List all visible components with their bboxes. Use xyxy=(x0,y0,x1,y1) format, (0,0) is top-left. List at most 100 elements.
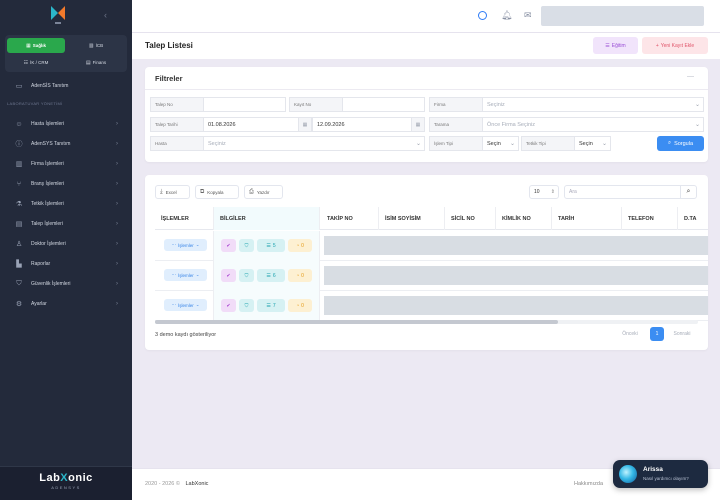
chevron-right-icon: › xyxy=(116,161,118,167)
islem-tipi-label: İşlem Tipi xyxy=(429,136,482,151)
col-sicil-no[interactable]: SİCİL NO xyxy=(445,207,496,230)
topbar: 🔔︎ ✉︎ xyxy=(132,0,720,33)
dots-icon: ⋯ xyxy=(171,242,176,247)
table-search-input[interactable]: Ara ⌕ xyxy=(564,185,697,199)
pagination-prev[interactable]: Önceki xyxy=(615,327,645,341)
minimize-icon[interactable]: — xyxy=(687,73,694,80)
excel-button[interactable]: ⤓ Excel xyxy=(155,185,190,199)
labxonic-logo-icon[interactable] xyxy=(48,4,68,26)
kayit-no-input[interactable] xyxy=(342,97,425,112)
col-kimlik-no[interactable]: KİMLİK NO xyxy=(496,207,552,230)
tests-badge[interactable]: ☰ 6 xyxy=(257,269,285,282)
tarama-label: Tarama xyxy=(429,117,482,132)
scrollbar-thumb[interactable] xyxy=(155,320,558,324)
shield-check-icon[interactable]: ⛉ xyxy=(239,239,254,252)
firma-label: Firma xyxy=(429,97,482,112)
sidebar-item-guvenlik[interactable]: ⛉ Güvenlik İşlemleri › xyxy=(0,274,132,294)
sidebar-item-tetkik[interactable]: ⚗ Tetkik İşlemleri › xyxy=(0,194,132,214)
user-menu[interactable] xyxy=(541,6,704,26)
col-telefon[interactable]: TELEFON xyxy=(622,207,678,230)
chevron-right-icon: › xyxy=(116,141,118,147)
page-size-select[interactable]: 10 ⇕ xyxy=(529,185,559,199)
shield-check-icon[interactable]: ⛉ xyxy=(239,269,254,282)
module-finans[interactable]: ▤ Finans xyxy=(67,55,125,70)
inbox-icon[interactable]: ✉︎ xyxy=(524,10,532,21)
module-saglik[interactable]: ▦ Sağlık xyxy=(7,38,65,53)
yazdir-button[interactable]: ⎙ Yazdır xyxy=(244,185,283,199)
sidebar-item-talep[interactable]: ▤ Talep İşlemleri › xyxy=(0,214,132,234)
add-record-button[interactable]: + Yeni Kayıt Ekle xyxy=(642,37,708,54)
module-ik-crm[interactable]: ☷ İK / CRM xyxy=(7,55,65,70)
date-from-input[interactable]: 01.08.2026 ▦ xyxy=(203,117,312,132)
footer-about-link[interactable]: Hakkımızda xyxy=(574,481,603,487)
firma-select[interactable]: Seçiniz ⌄ xyxy=(482,97,704,112)
assistant-avatar-icon xyxy=(619,465,637,483)
check-icon[interactable]: ✔ xyxy=(221,299,236,312)
shield-check-icon[interactable]: ⛉ xyxy=(239,299,254,312)
pagination-page-1[interactable]: 1 xyxy=(650,327,664,341)
tests-badge[interactable]: ☰ 5 xyxy=(257,239,285,252)
copyright: 2020 - 2026 © LabXonic xyxy=(145,481,209,487)
calendar-icon[interactable]: ▦ xyxy=(298,118,311,131)
clock-icon: ◔ xyxy=(296,302,300,309)
col-tarih[interactable]: TARİH xyxy=(552,207,622,230)
sidebar-item-brans[interactable]: ⑂ Branş İşlemleri › xyxy=(0,174,132,194)
sidebar-item-adensys[interactable]: ⓘ AdenSYS Tanıtım › xyxy=(0,134,132,154)
search-icon[interactable]: ⌕ xyxy=(680,186,696,198)
sidebar-collapse-button[interactable]: ‹ xyxy=(104,10,107,20)
status-ring-icon[interactable] xyxy=(478,11,487,20)
col-bilgiler[interactable]: BİLGİLER xyxy=(214,207,320,230)
row-actions-button[interactable]: ⋯ İşlemler ⌄ xyxy=(164,269,207,281)
row-actions-button[interactable]: ⋯ İşlemler ⌄ xyxy=(164,239,207,251)
col-d-ta[interactable]: D.TA xyxy=(678,207,708,230)
assistant-message: Nasıl yardımcı olayım? xyxy=(643,476,689,481)
islem-tipi-select[interactable]: Seçin ⌄ xyxy=(482,136,519,151)
dots-icon: ⋯ xyxy=(171,302,176,307)
horizontal-scrollbar[interactable] xyxy=(155,320,698,324)
tarama-select[interactable]: Önce Firma Seçiniz ⌄ xyxy=(482,117,704,132)
check-icon[interactable]: ✔ xyxy=(221,269,236,282)
alert-badge[interactable]: ◔ 0 xyxy=(288,269,312,282)
sidebar-item-doktor[interactable]: ♙ Doktor İşlemleri › xyxy=(0,234,132,254)
hasta-label: Hasta xyxy=(150,136,203,151)
alert-badge[interactable]: ◔ 0 xyxy=(288,299,312,312)
calendar-icon[interactable]: ▦ xyxy=(411,118,424,131)
table-row: ⋯ İşlemler ⌄ ✔ ⛉ ☰ 5 ◔ 0 xyxy=(155,231,708,261)
date-to-input[interactable]: 12.09.2026 ▦ xyxy=(312,117,425,132)
assistant-chat-widget[interactable]: Arissa Nasıl yardımcı olayım? xyxy=(613,460,708,488)
bell-icon[interactable]: 🔔︎ xyxy=(501,10,512,21)
alert-badge[interactable]: ◔ 0 xyxy=(288,239,312,252)
kopyala-button[interactable]: ⧉ Kopyala xyxy=(195,185,239,199)
check-icon[interactable]: ✔ xyxy=(221,239,236,252)
table-row: ⋯ İşlemler ⌄ ✔ ⛉ ☰ 6 ◔ 0 xyxy=(155,261,708,291)
pagination-next[interactable]: Sonraki xyxy=(666,327,698,341)
footer-brand-link[interactable]: LabXonic xyxy=(185,481,208,487)
sidebar-item-firma[interactable]: ▥ Firma İşlemleri › xyxy=(0,154,132,174)
sidebar-item-raporlar[interactable]: ▙ Raporlar › xyxy=(0,254,132,274)
talep-no-input[interactable] xyxy=(203,97,286,112)
chart-icon: ▙ xyxy=(16,261,22,268)
sorgula-button[interactable]: ⌕ Sorgula xyxy=(657,136,704,151)
egitim-button[interactable]: ☰ Eğitim xyxy=(593,37,638,54)
hasta-select[interactable]: Seçiniz ⌄ xyxy=(203,136,425,151)
sidebar-item-hasta[interactable]: ☺ Hasta İşlemleri › xyxy=(0,114,132,134)
chevron-right-icon: › xyxy=(116,201,118,207)
chevron-down-icon: ⌄ xyxy=(694,102,700,108)
col-islemler[interactable]: İŞLEMLER xyxy=(155,207,214,230)
talep-tarihi-label: Talep Tarihi xyxy=(150,117,203,132)
chevron-right-icon: › xyxy=(116,301,118,307)
col-takip-no[interactable]: TAKİP NO xyxy=(321,207,379,230)
sidebar-item-ayarlar[interactable]: ⚙ Ayarlar › xyxy=(0,294,132,314)
tetkik-tipi-select[interactable]: Seçin ⌄ xyxy=(574,136,611,151)
module-icb[interactable]: ▥ İCB xyxy=(67,38,125,53)
list-icon: ☰ xyxy=(605,42,610,49)
shield-icon: ⛉ xyxy=(16,280,22,287)
col-isim-soyisim[interactable]: İSİM SOYİSİM xyxy=(379,207,445,230)
tests-badge[interactable]: ☰ 7 xyxy=(257,299,285,312)
chevron-right-icon: › xyxy=(116,181,118,187)
row-actions-button[interactable]: ⋯ İşlemler ⌄ xyxy=(164,299,207,311)
building-icon: ▥ xyxy=(88,42,94,49)
checklist-icon: ☰ xyxy=(266,302,271,309)
checklist-icon: ☰ xyxy=(266,242,271,249)
sidebar-item-intro[interactable]: ▭ AdenSİS Tanıtım xyxy=(0,76,132,96)
